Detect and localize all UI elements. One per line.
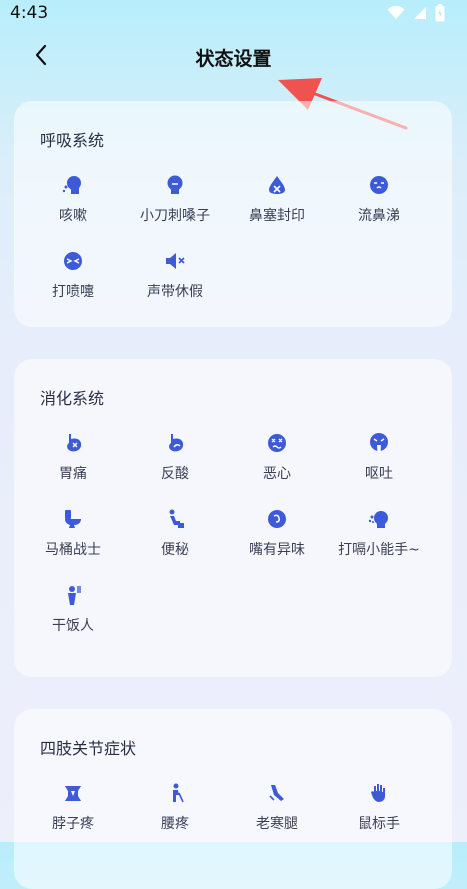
symptom-bad-breath[interactable]: 嘴有异味 xyxy=(226,507,328,583)
symptom-label: 反酸 xyxy=(161,466,189,482)
status-time: 4:43 xyxy=(10,3,49,23)
leg-ache-icon xyxy=(265,781,289,805)
symptom-mouse-hand[interactable]: 鼠标手 xyxy=(328,781,430,857)
mute-voice-icon xyxy=(163,249,187,273)
battery-icon xyxy=(435,4,445,22)
acid-reflux-icon xyxy=(163,431,187,455)
section-title: 四肢关节症状 xyxy=(40,739,137,758)
section-limbs-joints: 四肢关节症状 脖子疼 腰疼 老寒腿 鼠标手 xyxy=(14,709,452,889)
symptom-label: 脖子疼 xyxy=(52,816,94,832)
symptom-grid: 咳嗽 小刀刺嗓子 鼻塞封印 流鼻涕 打喷嚏 声带休假 xyxy=(22,173,444,325)
symptom-runny-nose[interactable]: 流鼻涕 xyxy=(328,173,430,249)
symptom-label: 干饭人 xyxy=(52,618,94,634)
section-digestive: 消化系统 胃痛 反酸 恶心 呕吐 马桶战士 便秘 嘴有异味 打嗝小能手~ 干饭人 xyxy=(14,359,452,677)
system-icons xyxy=(387,4,445,22)
symptom-label: 老寒腿 xyxy=(256,816,298,832)
nausea-icon xyxy=(265,431,289,455)
symptom-label: 小刀刺嗓子 xyxy=(140,208,210,224)
symptom-label: 打嗝小能手~ xyxy=(338,542,420,558)
symptom-stomach-ache[interactable]: 胃痛 xyxy=(22,431,124,507)
symptom-label: 胃痛 xyxy=(59,466,87,482)
symptom-nausea[interactable]: 恶心 xyxy=(226,431,328,507)
symptom-neck-pain[interactable]: 脖子疼 xyxy=(22,781,124,857)
symptom-label: 咳嗽 xyxy=(59,208,87,224)
symptom-label: 便秘 xyxy=(161,542,189,558)
symptom-label: 鼠标手 xyxy=(358,816,400,832)
symptom-sneeze[interactable]: 打喷嚏 xyxy=(22,249,124,325)
symptom-back-pain[interactable]: 腰疼 xyxy=(124,781,226,857)
symptom-constipation[interactable]: 便秘 xyxy=(124,507,226,583)
mouse-hand-icon xyxy=(367,781,391,805)
section-title: 呼吸系统 xyxy=(40,131,105,150)
symptom-label: 流鼻涕 xyxy=(358,208,400,224)
symptom-grid: 胃痛 反酸 恶心 呕吐 马桶战士 便秘 嘴有异味 打嗝小能手~ 干饭人 xyxy=(22,431,444,659)
symptom-leg-ache[interactable]: 老寒腿 xyxy=(226,781,328,857)
symptom-toilet[interactable]: 马桶战士 xyxy=(22,507,124,583)
page-title: 状态设置 xyxy=(195,48,272,70)
runny-nose-icon xyxy=(367,173,391,197)
neck-pain-icon xyxy=(61,781,85,805)
burp-icon xyxy=(367,507,391,531)
stomach-ache-icon xyxy=(61,431,85,455)
symptom-stuffy-nose[interactable]: 鼻塞封印 xyxy=(226,173,328,249)
symptom-eating[interactable]: 干饭人 xyxy=(22,583,124,659)
section-respiratory: 呼吸系统 咳嗽 小刀刺嗓子 鼻塞封印 流鼻涕 打喷嚏 声带休假 xyxy=(14,101,452,327)
symptom-sore-throat[interactable]: 小刀刺嗓子 xyxy=(124,173,226,249)
symptom-label: 腰疼 xyxy=(161,816,189,832)
back-pain-icon xyxy=(163,781,187,805)
symptom-label: 马桶战士 xyxy=(45,542,101,558)
symptom-label: 打喷嚏 xyxy=(52,284,94,300)
symptom-label: 恶心 xyxy=(263,466,291,482)
bad-breath-icon xyxy=(265,507,289,531)
section-title: 消化系统 xyxy=(40,389,105,408)
symptom-acid-reflux[interactable]: 反酸 xyxy=(124,431,226,507)
cough-icon xyxy=(61,173,85,197)
symptom-label: 呕吐 xyxy=(365,466,393,482)
symptom-vomit[interactable]: 呕吐 xyxy=(328,431,430,507)
symptom-label: 鼻塞封印 xyxy=(249,208,305,224)
toilet-icon xyxy=(61,507,85,531)
vomit-icon xyxy=(367,431,391,455)
signal-icon xyxy=(414,7,426,19)
symptom-cough[interactable]: 咳嗽 xyxy=(22,173,124,249)
status-bar: 4:43 xyxy=(0,0,467,26)
symptom-grid: 脖子疼 腰疼 老寒腿 鼠标手 xyxy=(22,781,444,857)
sneeze-icon xyxy=(61,249,85,273)
sore-throat-icon xyxy=(163,173,187,197)
wifi-icon xyxy=(387,6,405,19)
symptom-label: 声带休假 xyxy=(147,284,203,300)
eating-icon xyxy=(61,583,85,607)
symptom-burp[interactable]: 打嗝小能手~ xyxy=(328,507,430,583)
constipation-icon xyxy=(163,507,187,531)
symptom-label: 嘴有异味 xyxy=(249,542,305,558)
symptom-mute-voice[interactable]: 声带休假 xyxy=(124,249,226,325)
stuffy-nose-icon xyxy=(265,173,289,197)
